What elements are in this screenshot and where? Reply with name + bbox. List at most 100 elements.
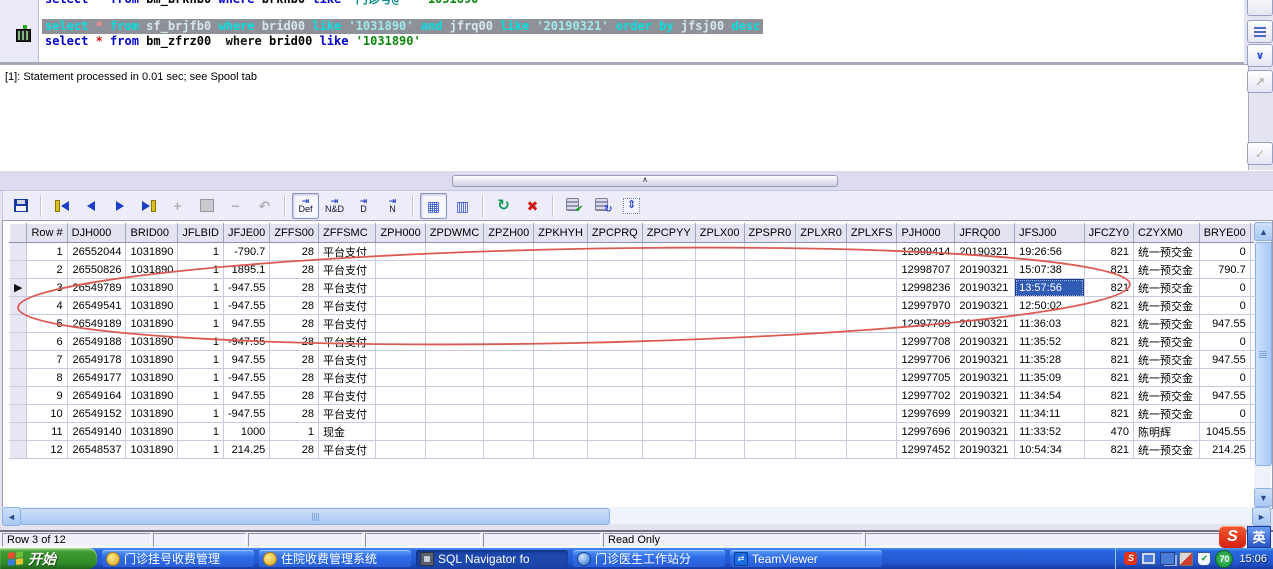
sql-statement-line[interactable]: select * from sf_brjfb0 where brid00 lik… [42,19,764,34]
grid-cell[interactable]: 10:54:34 [1014,440,1085,459]
grid-cell[interactable]: 947.55 [1199,386,1251,405]
grid-cell[interactable]: 0 [1199,278,1251,297]
grid-cell[interactable] [846,440,898,459]
grid-cell[interactable] [695,314,745,333]
grid-cell[interactable]: 26549164 [67,386,127,405]
grid-cell[interactable]: -790.7 [223,242,271,261]
grid-cell[interactable]: 1031890 [125,368,179,387]
grid-cell[interactable] [695,368,745,387]
grid-cell[interactable] [695,350,745,369]
grid-cell[interactable] [695,278,745,297]
column-header-ZPSPR0[interactable]: ZPSPR0 [744,223,797,243]
grid-cell[interactable]: 821 [1084,314,1134,333]
delete-record-button[interactable]: − [222,193,249,219]
grid-cell[interactable] [533,422,588,441]
column-header-ZPCPYY[interactable]: ZPCPYY [642,223,696,243]
spool-list-button[interactable] [1247,20,1273,43]
grid-cell[interactable]: 28 [269,314,320,333]
grid-cell[interactable] [533,332,588,351]
grid-cell[interactable] [533,368,588,387]
grid-cell[interactable] [846,242,898,261]
first-record-button[interactable] [48,193,75,219]
grid-cell[interactable]: 28 [269,368,320,387]
selected-cell[interactable]: 13:57:56 [1014,278,1085,297]
grid-cell[interactable]: 0 [1199,332,1251,351]
grid-cell[interactable]: 470 [1084,422,1134,441]
grid-cell[interactable]: 统一预交金 [1133,440,1200,459]
grid-cell[interactable] [425,260,485,279]
grid-cell[interactable] [744,332,797,351]
grid-cell[interactable] [695,386,745,405]
grid-cell[interactable] [483,422,535,441]
grid-cell[interactable]: 1 [177,296,224,315]
column-header-ZPKHYH[interactable]: ZPKHYH [533,223,588,243]
grid-cell[interactable]: 12998707 [896,260,956,279]
grid-cell[interactable]: 统一预交金 [1133,242,1200,261]
grid-cell[interactable] [483,242,535,261]
taskbar-button[interactable]: ⇄ TeamViewer [730,550,882,567]
grid-cell[interactable]: 统一预交金 [1133,332,1200,351]
grid-cell[interactable]: 1 [177,332,224,351]
row-indicator[interactable] [8,368,28,387]
grid-cell[interactable]: 20190321 [954,440,1016,459]
grid-cell[interactable] [695,404,745,423]
grid-cell[interactable] [846,422,898,441]
grid-cell[interactable] [744,440,797,459]
grid-cell[interactable] [846,350,898,369]
grid-cell[interactable]: 11 [26,422,68,441]
row-indicator[interactable] [8,422,28,441]
grid-cell[interactable] [642,332,696,351]
column-header-ZPLX00[interactable]: ZPLX00 [695,223,745,243]
promote-message-button[interactable]: ↗ [1247,70,1273,93]
grid-cell[interactable]: 12997709 [896,314,956,333]
grid-cell[interactable]: 12997696 [896,422,956,441]
grid-cell[interactable] [744,422,797,441]
grid-cell[interactable] [642,242,696,261]
column-header-BRID00[interactable]: BRID00 [125,223,179,243]
scroll-up-button[interactable]: ▲ [1254,222,1272,241]
grid-cell[interactable]: 15:07:38 [1014,260,1085,279]
grid-cell[interactable]: 陈明辉 [1133,422,1200,441]
row-indicator[interactable] [8,260,28,279]
refresh-data-button[interactable]: ↻ [589,193,616,219]
grid-cell[interactable]: 统一预交金 [1133,386,1200,405]
grid-cell[interactable]: 26552044 [67,242,127,261]
vertical-scrollbar[interactable]: ▲ ▼ [1254,222,1272,507]
grid-cell[interactable]: 5 [26,314,68,333]
grid-cell[interactable]: 821 [1084,278,1134,297]
grid-cell[interactable]: 947.55 [223,386,271,405]
grid-cell[interactable] [846,296,898,315]
row-indicator[interactable] [8,404,28,423]
grid-cell[interactable] [587,422,643,441]
grid-cell[interactable] [425,404,485,423]
grid-cell[interactable]: 947.55 [223,350,271,369]
grid-cell[interactable] [375,260,426,279]
grid-cell[interactable]: 28 [269,350,320,369]
grid-cell[interactable]: 26549188 [67,332,127,351]
grid-cell[interactable] [795,260,847,279]
sogou-tray-icon[interactable]: S [1124,552,1138,565]
grid-cell[interactable]: 1 [177,260,224,279]
grid-cell[interactable]: 1031890 [125,422,179,441]
grid-cell[interactable]: 947.55 [223,314,271,333]
grid-cell[interactable]: 11:35:28 [1014,350,1085,369]
row-indicator[interactable] [8,332,28,351]
grid-cell[interactable] [695,332,745,351]
scroll-left-button[interactable]: ◄ [2,507,21,526]
grid-cell[interactable] [425,422,485,441]
grid-cell[interactable]: 12997706 [896,350,956,369]
grid-cell[interactable] [795,386,847,405]
grid-cell[interactable] [846,260,898,279]
grid-cell[interactable]: 平台支付 [318,278,377,297]
grid-cell[interactable]: 1045.55 [1199,422,1251,441]
grid-cell[interactable] [695,260,745,279]
grid-cell[interactable]: 3 [26,278,68,297]
grid-cell[interactable]: 20190321 [954,278,1016,297]
sql-code-area[interactable]: select * from bm_brkhb0 where brkhb0 lik… [39,0,1244,62]
grid-cell[interactable]: 1 [177,350,224,369]
grid-cell[interactable] [375,368,426,387]
grid-cell[interactable] [846,386,898,405]
grid-cell[interactable]: 1031890 [125,242,179,261]
grid-cell[interactable]: 28 [269,404,320,423]
grid-cell[interactable] [425,332,485,351]
